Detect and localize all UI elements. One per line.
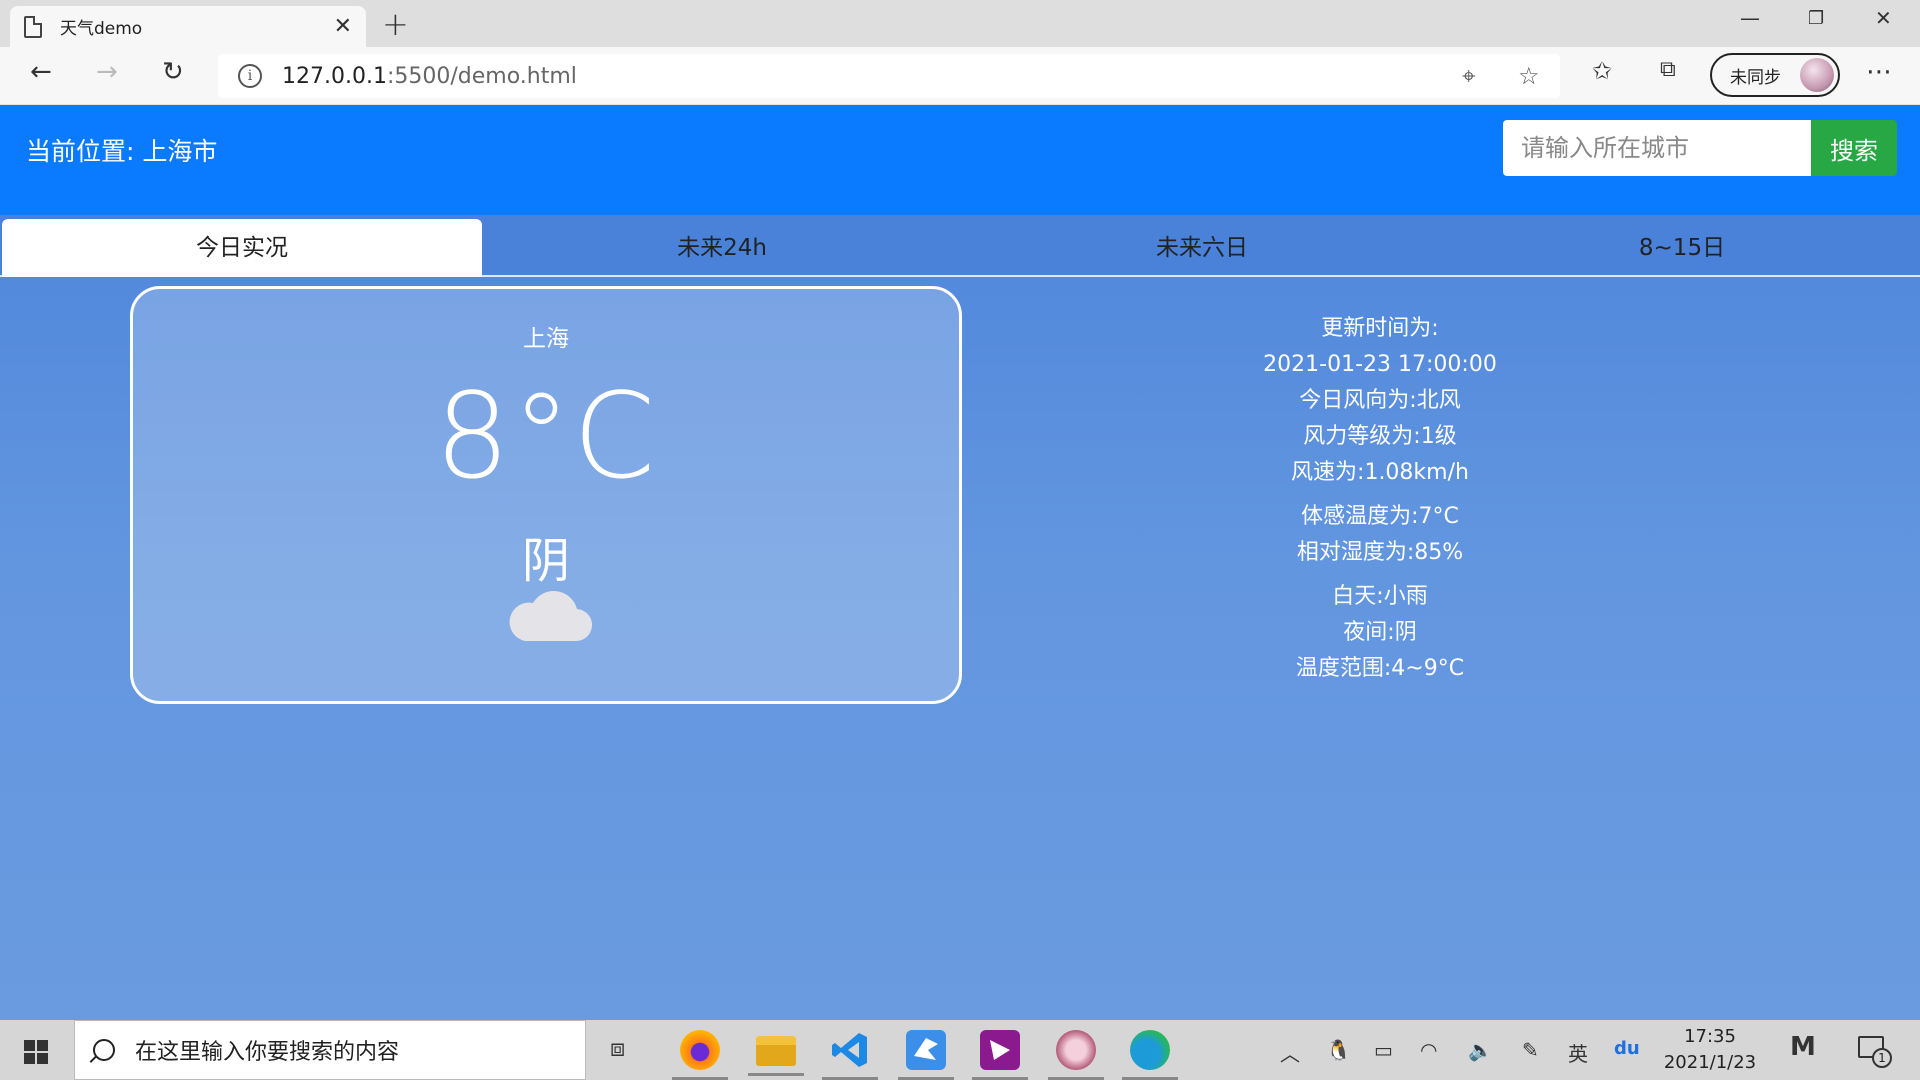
notification-center-icon[interactable]: 1 xyxy=(1858,1036,1892,1068)
tab-today[interactable]: 今日实况 xyxy=(2,219,482,277)
humidity: 相对湿度为:85% xyxy=(1296,540,1464,565)
back-icon[interactable]: ← xyxy=(30,57,52,87)
url-host: 127.0.0.1 xyxy=(282,63,387,89)
forward-icon[interactable]: → xyxy=(96,57,118,87)
wind-level: 风力等级为:1级 xyxy=(1303,424,1457,449)
app-tray-m-icon[interactable]: M xyxy=(1790,1032,1816,1062)
location-city: 上海市 xyxy=(142,137,218,166)
more-menu-icon[interactable]: ⋯ xyxy=(1866,57,1892,87)
location-pin-icon[interactable]: ⌖ xyxy=(1462,62,1476,90)
profile-button[interactable]: 未同步 xyxy=(1710,53,1840,97)
profile-sync-label: 未同步 xyxy=(1730,67,1781,88)
file-explorer-icon[interactable] xyxy=(748,1036,804,1076)
browser-tab[interactable]: 天气demo ✕ xyxy=(10,6,366,47)
wind-direction: 今日风向为:北风 xyxy=(1299,388,1461,413)
location-prefix: 当前位置: xyxy=(26,137,135,166)
taskbar-search-placeholder: 在这里输入你要搜索的内容 xyxy=(135,1040,400,1065)
onenote-icon[interactable] xyxy=(972,1030,1028,1080)
card-city: 上海 xyxy=(523,326,569,352)
windows-start-icon[interactable] xyxy=(24,1040,48,1064)
tab-8-15-days[interactable]: 8~15日 xyxy=(1442,219,1920,277)
feels-like: 体感温度为:7°C xyxy=(1301,504,1459,529)
day-weather: 白天:小雨 xyxy=(1332,584,1428,609)
forecast-tabs: 今日实况 未来24h 未来六日 8~15日 xyxy=(0,215,1920,277)
taskbar-search-box[interactable]: 在这里输入你要搜索的内容 xyxy=(74,1020,586,1080)
wind-speed: 风速为:1.08km/h xyxy=(1291,460,1469,485)
windows-taskbar: 在这里输入你要搜索的内容 ⧈ ︿ 🐧 ▭ ◠ 🔈 ✎ 英 du 17:35 20… xyxy=(0,1020,1920,1080)
system-clock[interactable]: 17:35 2021/1/23 xyxy=(1650,1024,1770,1076)
restore-icon[interactable]: ❐ xyxy=(1808,8,1824,29)
url-path: :5500/demo.html xyxy=(386,63,577,89)
search-button[interactable]: 搜索 xyxy=(1811,120,1897,176)
top-navbar: 当前位置: 上海市 搜索 xyxy=(0,105,1920,215)
clock-date: 2021/1/23 xyxy=(1663,1052,1757,1073)
vscode-icon[interactable] xyxy=(822,1030,878,1080)
minimize-icon[interactable]: — xyxy=(1740,6,1760,30)
app-avatar-icon[interactable] xyxy=(1048,1030,1104,1080)
current-weather-card: 上海 8°C 阴 xyxy=(130,286,962,704)
firefox-icon[interactable] xyxy=(672,1030,728,1080)
page-icon xyxy=(24,15,42,38)
temperature-range: 温度范围:4~9°C xyxy=(1295,656,1465,681)
site-info-icon[interactable]: i xyxy=(238,64,262,88)
address-bar[interactable]: i 127.0.0.1:5500/demo.html ⌖ ☆ xyxy=(218,54,1560,98)
cloud-icon xyxy=(509,591,593,642)
notification-count: 1 xyxy=(1872,1048,1892,1068)
update-time: 2021-01-23 17:00:00 xyxy=(1263,352,1497,377)
update-label: 更新时间为: xyxy=(1321,316,1439,341)
weather-details: 更新时间为: 2021-01-23 17:00:00 今日风向为:北风 风力等级… xyxy=(1180,311,1580,687)
clock-time: 17:35 xyxy=(1684,1026,1736,1047)
avatar xyxy=(1800,58,1834,92)
pen-icon[interactable]: ✎ xyxy=(1522,1038,1539,1062)
new-tab-icon[interactable]: + xyxy=(382,5,409,43)
edge-icon[interactable] xyxy=(1122,1030,1178,1080)
night-weather: 夜间:阴 xyxy=(1343,620,1417,645)
browser-tab-strip: 天气demo ✕ + — ❐ ✕ xyxy=(0,0,1920,47)
baidu-input-icon[interactable]: du xyxy=(1614,1038,1640,1059)
favorite-star-icon[interactable]: ☆ xyxy=(1518,62,1540,90)
collections-icon[interactable]: ⧉ xyxy=(1660,57,1676,82)
tab-next-6-days[interactable]: 未来六日 xyxy=(962,219,1442,277)
tab-next-24h[interactable]: 未来24h xyxy=(482,219,962,277)
browser-tab-title: 天气demo xyxy=(60,19,143,39)
ime-indicator[interactable]: 英 xyxy=(1568,1038,1588,1067)
feishu-icon[interactable] xyxy=(898,1030,954,1080)
close-tab-icon[interactable]: ✕ xyxy=(334,14,352,39)
show-hidden-icons[interactable]: ︿ xyxy=(1280,1038,1300,1067)
city-search-input[interactable] xyxy=(1503,120,1811,176)
current-temperature: 8°C xyxy=(434,367,658,505)
search-icon xyxy=(93,1039,115,1061)
wifi-icon[interactable]: ◠ xyxy=(1420,1038,1437,1062)
weather-page: 当前位置: 上海市 搜索 今日实况 未来24h 未来六日 8~15日 上海 8°… xyxy=(0,105,1920,1020)
volume-icon[interactable]: 🔈 xyxy=(1468,1038,1493,1062)
task-view-icon[interactable]: ⧈ xyxy=(610,1034,625,1062)
current-location: 当前位置: 上海市 xyxy=(26,132,217,168)
reload-icon[interactable]: ↻ xyxy=(162,57,184,87)
browser-toolbar: ← → ↻ i 127.0.0.1:5500/demo.html ⌖ ☆ ✩ ⧉… xyxy=(0,47,1920,105)
current-condition: 阴 xyxy=(521,533,570,589)
favorites-icon[interactable]: ✩ xyxy=(1592,57,1612,85)
qq-icon[interactable]: 🐧 xyxy=(1326,1038,1351,1062)
battery-icon[interactable]: ▭ xyxy=(1374,1038,1393,1062)
close-window-icon[interactable]: ✕ xyxy=(1875,6,1892,30)
